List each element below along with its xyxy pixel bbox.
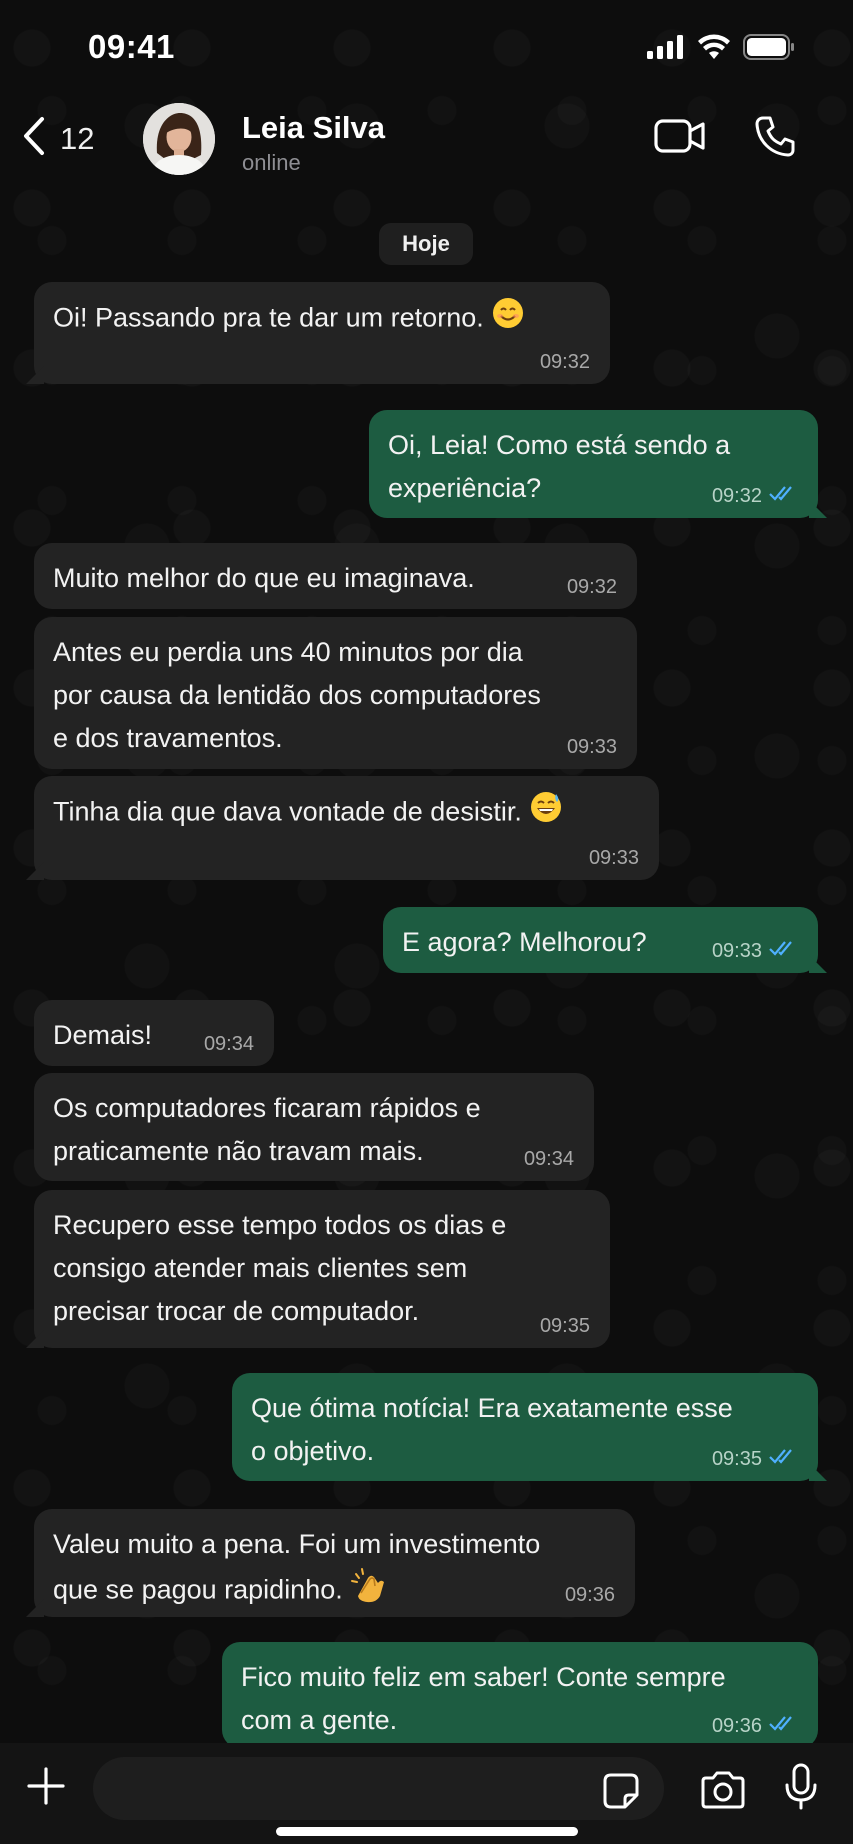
message-incoming[interactable]: Oi! Passando pra te dar um retorno. 09:3… xyxy=(34,282,610,384)
message-incoming[interactable]: Tinha dia que dava vontade de desistir. … xyxy=(34,776,659,880)
message-time: 09:34 xyxy=(203,1033,254,1055)
message-text: Valeu muito a pena. Foi um investimento … xyxy=(53,1523,617,1617)
message-meta: 09:34 xyxy=(524,1148,574,1170)
home-indicator xyxy=(276,1827,578,1836)
message-time: 09:35 xyxy=(539,1315,590,1337)
camera-button[interactable] xyxy=(699,1771,747,1814)
wifi-icon xyxy=(697,34,731,65)
unread-count: 12 xyxy=(60,120,95,156)
double-check-icon xyxy=(768,1447,798,1470)
message-text: Oi! Passando pra te dar um retorno. xyxy=(53,296,592,343)
message-incoming[interactable]: Os computadores ficaram rápidos e pratic… xyxy=(34,1073,594,1181)
sticker-button[interactable] xyxy=(603,1773,639,1814)
message-meta: 09:36 xyxy=(565,1584,615,1606)
avatar[interactable] xyxy=(143,103,215,175)
contact-name[interactable]: Leia Silva xyxy=(242,110,385,146)
message-meta: 09:32 xyxy=(540,351,590,373)
plus-icon xyxy=(26,1767,66,1810)
attach-button[interactable] xyxy=(26,1766,66,1811)
message-outgoing[interactable]: Fico muito feliz em saber! Conte sempre … xyxy=(222,1642,818,1748)
message-meta: 09:35 xyxy=(540,1315,590,1337)
message-input[interactable] xyxy=(93,1757,664,1820)
contact-status: online xyxy=(242,150,301,175)
message-time: 09:33 xyxy=(588,847,639,869)
mic-icon xyxy=(783,1763,819,1815)
double-check-icon xyxy=(768,1714,798,1737)
message-meta: 09:35 xyxy=(712,1447,798,1470)
status-time: 09:41 xyxy=(88,28,175,65)
message-time: 09:32 xyxy=(539,351,590,373)
message-meta: 09:36 xyxy=(712,1714,798,1737)
video-icon xyxy=(654,119,706,158)
message-meta: 09:33 xyxy=(567,736,617,758)
message-meta: 09:34 xyxy=(204,1033,254,1055)
sticker-icon xyxy=(603,1773,639,1813)
message-time: 09:36 xyxy=(711,1714,762,1737)
message-text: Tinha dia que dava vontade de desistir. xyxy=(53,790,641,837)
phone-icon xyxy=(754,116,796,161)
video-call-button[interactable] xyxy=(654,118,706,159)
chat-header: 12 Leia Silva online xyxy=(0,90,853,190)
chevron-left-icon xyxy=(22,116,46,161)
message-text: Antes eu perdia uns 40 minutos por dia p… xyxy=(53,637,541,753)
message-time: 09:34 xyxy=(523,1148,574,1170)
message-incoming[interactable]: Antes eu perdia uns 40 minutos por dia p… xyxy=(34,617,637,769)
message-outgoing[interactable]: E agora? Melhorou? 09:33 xyxy=(383,907,818,973)
message-outgoing[interactable]: Que ótima notícia! Era exatamente esse o… xyxy=(232,1373,818,1481)
message-time: 09:32 xyxy=(566,576,617,598)
back-button[interactable]: 12 xyxy=(22,116,94,161)
status-icons xyxy=(647,34,795,65)
message-outgoing[interactable]: Oi, Leia! Como está sendo a experiência?… xyxy=(369,410,818,518)
message-text: Os computadores ficaram rápidos e pratic… xyxy=(53,1093,481,1166)
message-meta: 09:32 xyxy=(712,484,798,507)
voice-call-button[interactable] xyxy=(754,115,796,162)
voice-message-button[interactable] xyxy=(783,1763,819,1816)
double-check-icon xyxy=(768,484,798,507)
message-meta: 09:33 xyxy=(589,847,639,869)
grinning-sweat-face-emoji xyxy=(529,790,563,837)
signal-icon xyxy=(647,35,685,64)
message-incoming[interactable]: Valeu muito a pena. Foi um investimento … xyxy=(34,1509,635,1617)
message-time: 09:33 xyxy=(711,939,762,962)
message-incoming[interactable]: Demais! 09:34 xyxy=(34,1000,274,1066)
date-chip: Hoje xyxy=(379,223,473,265)
message-time: 09:33 xyxy=(566,736,617,758)
battery-icon xyxy=(743,34,795,65)
message-time: 09:35 xyxy=(711,1447,762,1470)
message-meta: 09:32 xyxy=(567,576,617,598)
double-check-icon xyxy=(768,939,798,962)
message-time: 09:32 xyxy=(711,484,762,507)
smiling-face-emoji xyxy=(491,296,525,343)
clapping-hands-emoji xyxy=(350,1566,390,1617)
camera-icon xyxy=(699,1771,747,1813)
message-meta: 09:33 xyxy=(712,939,798,962)
message-incoming[interactable]: Muito melhor do que eu imaginava. 09:32 xyxy=(34,543,637,609)
message-text: Muito melhor do que eu imaginava. xyxy=(53,563,475,593)
status-bar: 09:41 xyxy=(0,0,853,100)
message-text: Recupero esse tempo todos os dias e cons… xyxy=(53,1210,507,1326)
message-time: 09:36 xyxy=(564,1584,615,1606)
message-incoming[interactable]: Recupero esse tempo todos os dias e cons… xyxy=(34,1190,610,1348)
